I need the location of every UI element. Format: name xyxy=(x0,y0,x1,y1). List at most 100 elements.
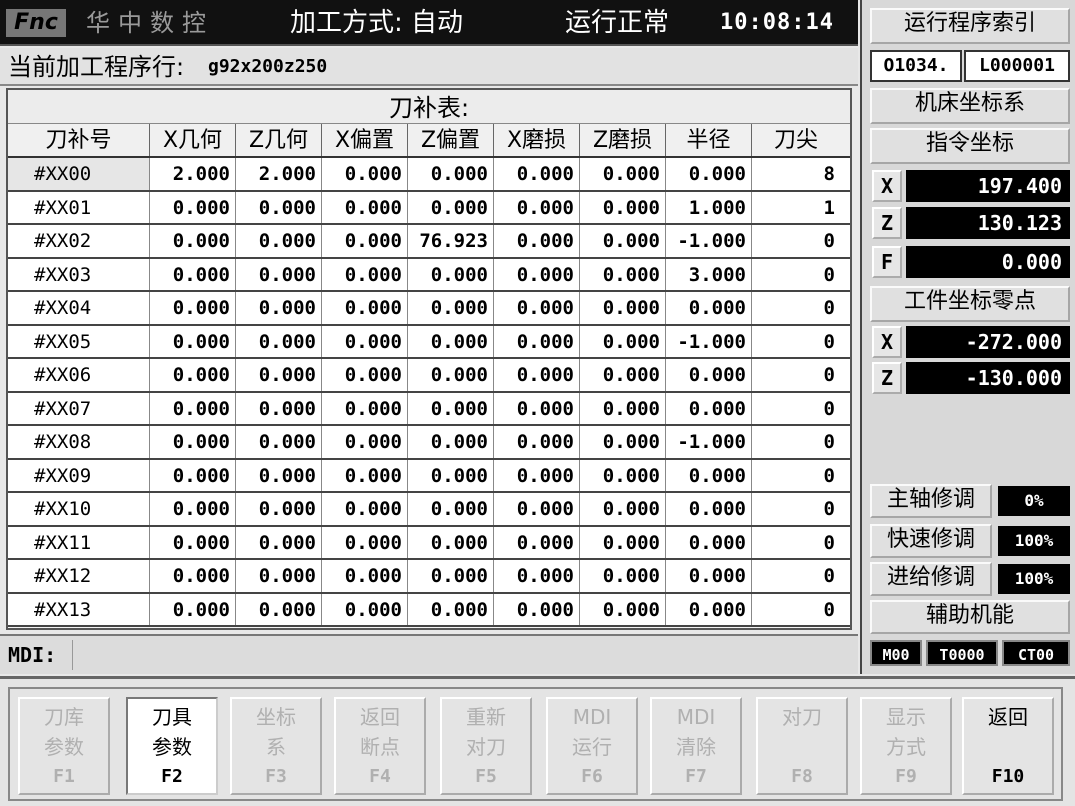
offset-value-cell[interactable]: 0.000 xyxy=(408,593,494,625)
offset-value-cell[interactable]: 0.000 xyxy=(322,158,408,190)
offset-value-cell[interactable]: 0 xyxy=(752,527,840,559)
offset-value-cell[interactable]: 0.000 xyxy=(494,392,580,424)
offset-value-cell[interactable]: 0.000 xyxy=(580,325,666,357)
offset-value-cell[interactable]: -1.000 xyxy=(666,426,752,458)
function-key-f8[interactable]: 对刀 F8 xyxy=(756,697,848,795)
offset-value-cell[interactable]: 0.000 xyxy=(322,191,408,223)
offset-value-cell[interactable]: 0.000 xyxy=(150,593,236,625)
offset-value-cell[interactable]: 0.000 xyxy=(408,560,494,592)
mdi-input[interactable] xyxy=(72,640,850,670)
function-key-f9[interactable]: 显示 方式 F9 xyxy=(860,697,952,795)
offset-value-cell[interactable]: 0.000 xyxy=(580,258,666,290)
offset-value-cell[interactable]: 0.000 xyxy=(494,493,580,525)
offset-value-cell[interactable]: 0.000 xyxy=(150,258,236,290)
offset-value-cell[interactable]: 0.000 xyxy=(494,325,580,357)
offset-value-cell[interactable]: 0.000 xyxy=(408,526,494,558)
offset-value-cell[interactable]: -1.000 xyxy=(666,325,752,357)
tool-offset-id-cell[interactable]: #XX10 xyxy=(8,493,150,525)
offset-value-cell[interactable]: 0.000 xyxy=(236,392,322,424)
offset-value-cell[interactable]: 0.000 xyxy=(322,560,408,592)
function-key-f7[interactable]: MDI 清除 F7 xyxy=(650,697,742,795)
aux-function-button[interactable]: 辅助机能 xyxy=(870,600,1070,634)
offset-value-cell[interactable]: 0.000 xyxy=(408,325,494,357)
offset-value-cell[interactable]: 0.000 xyxy=(408,459,494,491)
offset-value-cell[interactable]: 0.000 xyxy=(322,225,408,257)
tool-offset-id-cell[interactable]: #XX06 xyxy=(8,359,150,391)
offset-value-cell[interactable]: 0.000 xyxy=(494,526,580,558)
tool-offset-id-cell[interactable]: #XX01 xyxy=(8,191,150,223)
offset-value-cell[interactable]: 0.000 xyxy=(494,258,580,290)
offset-value-cell[interactable]: 0.000 xyxy=(322,392,408,424)
table-row[interactable]: #XX04 0.000 0.000 0.000 0.000 0.000 0.000 0.000… xyxy=(8,292,850,326)
tool-offset-id-cell[interactable]: #XX04 xyxy=(8,292,150,324)
offset-value-cell[interactable]: 0.000 xyxy=(236,426,322,458)
program-index-button[interactable]: 运行程序索引 xyxy=(870,8,1070,44)
offset-value-cell[interactable]: 0.000 xyxy=(236,292,322,324)
offset-value-cell[interactable]: 0.000 xyxy=(408,191,494,223)
offset-value-cell[interactable]: 0.000 xyxy=(322,325,408,357)
offset-value-cell[interactable]: 0.000 xyxy=(408,426,494,458)
tool-offset-id-cell[interactable]: #XX11 xyxy=(8,526,150,558)
tool-offset-id-cell[interactable]: #XX13 xyxy=(8,593,150,625)
offset-value-cell[interactable]: 0.000 xyxy=(666,292,752,324)
offset-value-cell[interactable]: 0.000 xyxy=(150,191,236,223)
tool-offset-id-cell[interactable]: #XX05 xyxy=(8,325,150,357)
table-row[interactable]: #XX03 0.000 0.000 0.000 0.000 0.000 0.000 3.000… xyxy=(8,258,850,292)
rapid-override-button[interactable]: 快速修调 xyxy=(870,524,992,558)
offset-value-cell[interactable]: 0.000 xyxy=(494,158,580,190)
tool-offset-id-cell[interactable]: #XX08 xyxy=(8,426,150,458)
offset-value-cell[interactable]: 0.000 xyxy=(236,258,322,290)
offset-value-cell[interactable]: 0.000 xyxy=(494,292,580,324)
offset-value-cell[interactable]: 0.000 xyxy=(408,158,494,190)
tool-offset-id-cell[interactable]: #XX02 xyxy=(8,225,150,257)
function-key-f6[interactable]: MDI 运行 F6 xyxy=(546,697,638,795)
offset-value-cell[interactable]: 0.000 xyxy=(150,392,236,424)
offset-value-cell[interactable]: -1.000 xyxy=(666,225,752,257)
offset-value-cell[interactable]: 0.000 xyxy=(666,158,752,190)
offset-value-cell[interactable]: 0 xyxy=(752,393,840,425)
offset-value-cell[interactable]: 0.000 xyxy=(408,359,494,391)
offset-value-cell[interactable]: 0.000 xyxy=(236,493,322,525)
offset-value-cell[interactable]: 0.000 xyxy=(150,459,236,491)
offset-value-cell[interactable]: 76.923 xyxy=(408,225,494,257)
offset-value-cell[interactable]: 0.000 xyxy=(494,191,580,223)
offset-value-cell[interactable]: 0.000 xyxy=(150,325,236,357)
feed-override-button[interactable]: 进给修调 xyxy=(870,562,992,596)
table-row[interactable]: #XX05 0.000 0.000 0.000 0.000 0.000 0.000 -1.00… xyxy=(8,325,850,359)
tool-offset-id-cell[interactable]: #XX09 xyxy=(8,459,150,491)
offset-value-cell[interactable]: 0.000 xyxy=(322,258,408,290)
offset-value-cell[interactable]: 0.000 xyxy=(494,459,580,491)
offset-value-cell[interactable]: 0.000 xyxy=(236,560,322,592)
table-row[interactable]: #XX00 2.000 2.000 0.000 0.000 0.000 0.000 0.000… xyxy=(8,158,850,192)
table-row[interactable]: #XX06 0.000 0.000 0.000 0.000 0.000 0.000 0.000… xyxy=(8,359,850,393)
function-key-f1[interactable]: 刀库 参数 F1 xyxy=(18,697,110,795)
offset-value-cell[interactable]: 8 xyxy=(752,158,840,190)
offset-value-cell[interactable]: 0.000 xyxy=(666,526,752,558)
offset-value-cell[interactable]: 0.000 xyxy=(666,392,752,424)
offset-value-cell[interactable]: 0.000 xyxy=(494,359,580,391)
offset-value-cell[interactable]: 0.000 xyxy=(580,392,666,424)
table-row[interactable]: #XX09 0.000 0.000 0.000 0.000 0.000 0.000 0.000… xyxy=(8,459,850,493)
offset-value-cell[interactable]: 0.000 xyxy=(236,325,322,357)
offset-value-cell[interactable]: 0.000 xyxy=(322,593,408,625)
offset-value-cell[interactable]: 0.000 xyxy=(580,493,666,525)
offset-value-cell[interactable]: 0.000 xyxy=(580,426,666,458)
offset-value-cell[interactable]: 0.000 xyxy=(580,459,666,491)
tool-offset-id-cell[interactable]: #XX03 xyxy=(8,258,150,290)
offset-value-cell[interactable]: 0 xyxy=(752,426,840,458)
offset-value-cell[interactable]: 0.000 xyxy=(580,593,666,625)
machine-coord-button[interactable]: 机床坐标系 xyxy=(870,88,1070,124)
offset-value-cell[interactable]: 0.000 xyxy=(236,191,322,223)
table-row[interactable]: #XX12 0.000 0.000 0.000 0.000 0.000 0.000 0.000… xyxy=(8,560,850,594)
tool-offset-id-cell[interactable]: #XX00 xyxy=(8,158,150,190)
offset-value-cell[interactable]: 0.000 xyxy=(322,359,408,391)
offset-value-cell[interactable]: 1 xyxy=(752,192,840,224)
offset-value-cell[interactable]: 0.000 xyxy=(322,526,408,558)
offset-value-cell[interactable]: 0.000 xyxy=(236,225,322,257)
offset-value-cell[interactable]: 0.000 xyxy=(150,292,236,324)
table-row[interactable]: #XX13 0.000 0.000 0.000 0.000 0.000 0.000 0.000… xyxy=(8,593,850,627)
offset-value-cell[interactable]: 0.000 xyxy=(494,560,580,592)
table-row[interactable]: #XX02 0.000 0.000 0.000 76.923 0.000 0.000 -1.0… xyxy=(8,225,850,259)
offset-value-cell[interactable]: 0 xyxy=(752,225,840,257)
offset-value-cell[interactable]: 0 xyxy=(752,560,840,592)
